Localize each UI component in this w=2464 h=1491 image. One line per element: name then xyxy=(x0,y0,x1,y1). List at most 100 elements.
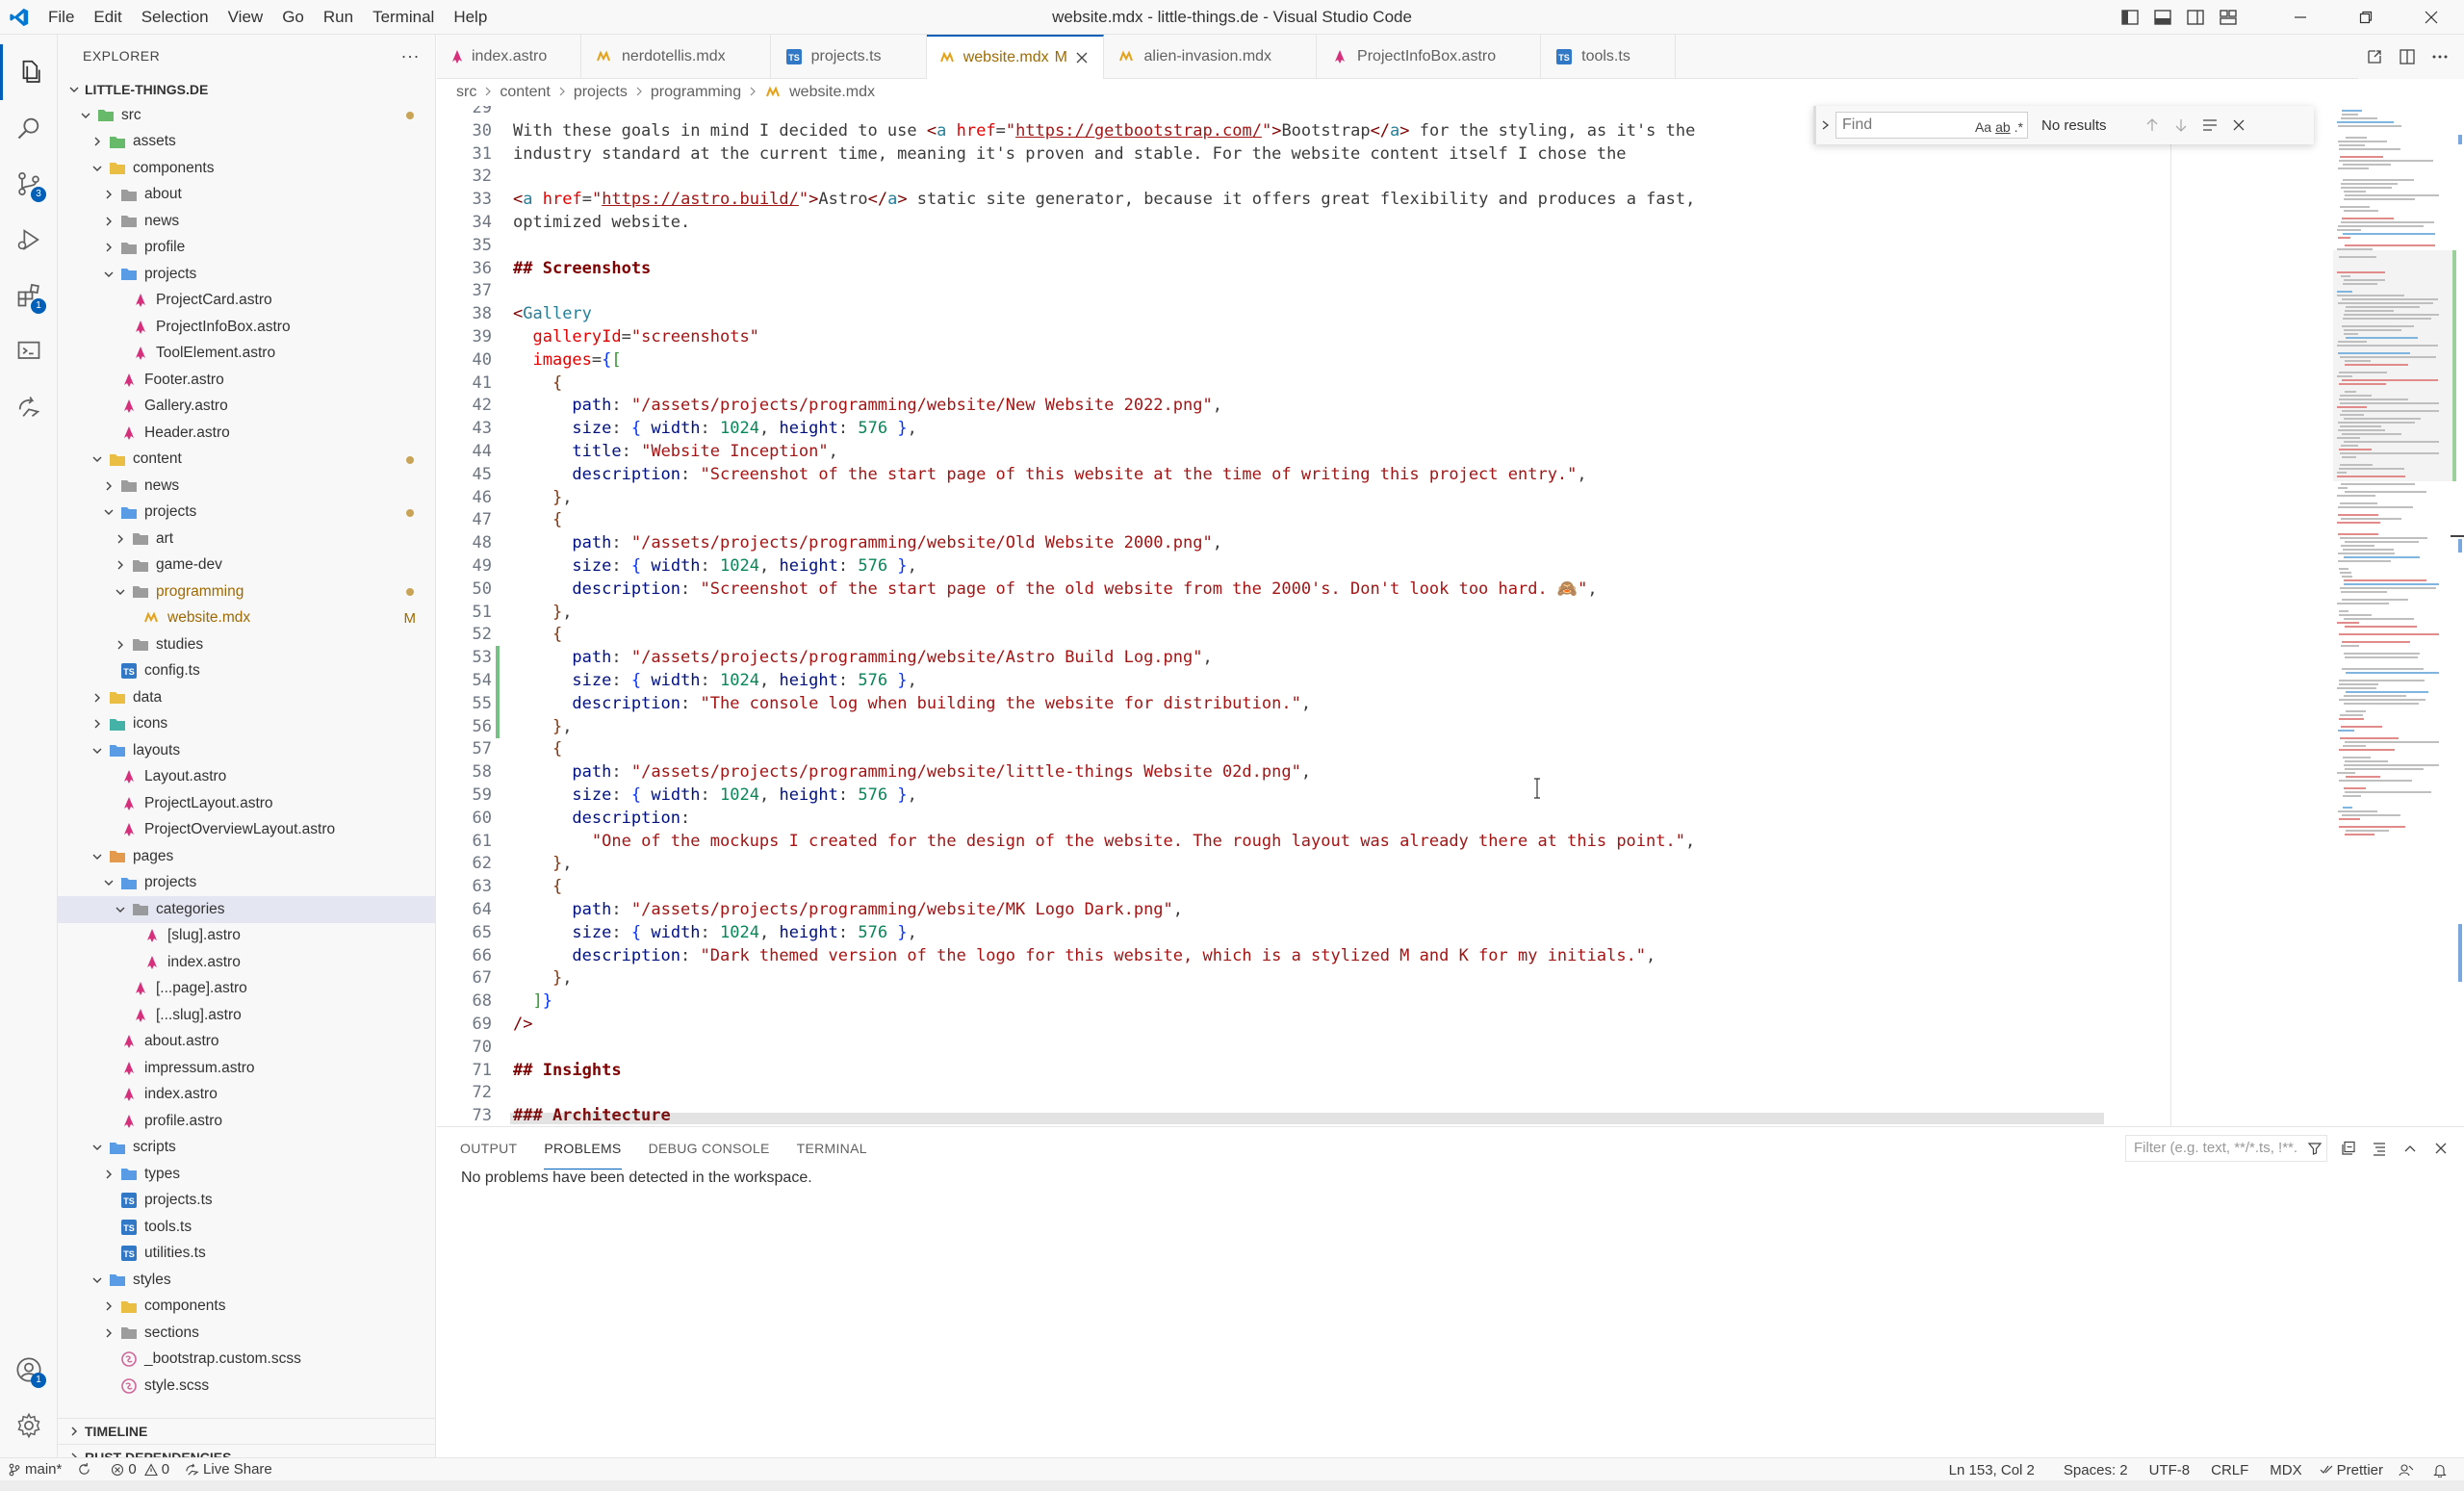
tab-index-astro[interactable]: index.astro xyxy=(437,35,581,79)
next-match-icon[interactable] xyxy=(2167,111,2195,140)
manage-gear-icon[interactable] xyxy=(0,1398,58,1453)
breadcrumb-item[interactable]: programming xyxy=(651,84,741,101)
breadcrumb-item[interactable]: website.mdx xyxy=(789,84,875,101)
menu-edit[interactable]: Edit xyxy=(84,0,131,35)
notifications-bell-icon[interactable] xyxy=(2426,1458,2458,1481)
tab-website-mdx[interactable]: website.mdx M xyxy=(926,35,1104,79)
menu-go[interactable]: Go xyxy=(272,0,314,35)
tree-item[interactable]: sections xyxy=(58,1320,435,1347)
tree-item[interactable]: _bootstrap.custom.scss xyxy=(58,1347,435,1374)
tree-item[interactable]: art xyxy=(58,526,435,553)
panel-tab-debug-console[interactable]: DEBUG CONSOLE xyxy=(649,1127,770,1170)
toggle-panel-icon[interactable] xyxy=(2146,0,2179,35)
tree-item[interactable]: profile.astro xyxy=(58,1108,435,1135)
explorer-more-actions-icon[interactable]: ··· xyxy=(401,46,420,66)
menu-file[interactable]: File xyxy=(38,0,84,35)
remote-explorer-icon[interactable] xyxy=(0,323,58,379)
tree-item[interactable]: [slug].astro xyxy=(58,923,435,950)
tree-item[interactable]: studies xyxy=(58,631,435,658)
close-tab-icon[interactable] xyxy=(1075,49,1090,66)
live-share-status[interactable]: Live Share xyxy=(177,1458,280,1481)
close-find-icon[interactable] xyxy=(2224,111,2253,140)
match-case-toggle[interactable]: Aa xyxy=(1975,115,1991,140)
tree-item[interactable]: pages xyxy=(58,843,435,870)
accounts-status-icon[interactable] xyxy=(2391,1458,2426,1481)
tree-item[interactable]: style.scss xyxy=(58,1373,435,1400)
tab-tools-ts[interactable]: TS tools.ts xyxy=(1541,35,1676,79)
toggle-secondary-sidebar-icon[interactable] xyxy=(2179,0,2212,35)
panel-tab-terminal[interactable]: TERMINAL xyxy=(797,1127,867,1170)
problems-status[interactable]: 0 0 xyxy=(103,1458,177,1481)
breadcrumb-item[interactable]: src xyxy=(456,84,476,101)
cursor-position[interactable]: Ln 153, Col 2 xyxy=(1941,1458,2042,1481)
toggle-primary-sidebar-icon[interactable] xyxy=(2114,0,2146,35)
live-share-icon[interactable] xyxy=(0,379,58,435)
tree-item[interactable]: Header.astro xyxy=(58,420,435,447)
indentation[interactable]: Spaces: 2 xyxy=(2056,1458,2136,1481)
panel-tab-output[interactable]: OUTPUT xyxy=(460,1127,517,1170)
search-icon[interactable] xyxy=(0,100,58,156)
sync-icon[interactable] xyxy=(69,1458,103,1481)
prettier-status[interactable]: Prettier xyxy=(2312,1458,2391,1481)
tree-item[interactable]: data xyxy=(58,684,435,711)
tree-item[interactable]: [...slug].astro xyxy=(58,1002,435,1029)
encoding[interactable]: UTF-8 xyxy=(2142,1458,2198,1481)
run-debug-icon[interactable] xyxy=(0,212,58,268)
find-in-selection-icon[interactable] xyxy=(2195,111,2224,140)
tree-item[interactable]: layouts xyxy=(58,737,435,764)
tree-item[interactable]: content xyxy=(58,447,435,474)
tree-item[interactable]: TS utilities.ts xyxy=(58,1241,435,1268)
close-window-icon[interactable] xyxy=(2399,0,2464,35)
tree-item[interactable]: index.astro xyxy=(58,949,435,976)
menu-run[interactable]: Run xyxy=(314,0,363,35)
tree-item[interactable]: programming xyxy=(58,578,435,605)
tree-item[interactable]: categories xyxy=(58,896,435,923)
more-actions-icon[interactable] xyxy=(2424,40,2456,73)
tree-item[interactable]: src xyxy=(58,102,435,129)
minimap[interactable] xyxy=(2333,106,2452,1126)
tree-item[interactable]: types xyxy=(58,1161,435,1188)
language-mode[interactable]: MDX xyxy=(2262,1458,2309,1481)
collapse-all-icon[interactable] xyxy=(2333,1134,2364,1163)
breadcrumb-item[interactable]: content xyxy=(500,84,550,101)
tree-item[interactable]: components xyxy=(58,1294,435,1321)
tree-item[interactable]: news xyxy=(58,473,435,500)
tree-item[interactable]: Layout.astro xyxy=(58,764,435,791)
tree-item[interactable]: ProjectInfoBox.astro xyxy=(58,314,435,341)
tree-item[interactable]: impressum.astro xyxy=(58,1055,435,1082)
tab-alien-invasion-mdx[interactable]: alien-invasion.mdx xyxy=(1104,35,1318,79)
tree-item[interactable]: projects xyxy=(58,261,435,288)
panel-tab-problems[interactable]: PROBLEMS xyxy=(544,1127,622,1170)
tree-item[interactable]: components xyxy=(58,155,435,182)
tree-item[interactable]: about.astro xyxy=(58,1029,435,1056)
tree-item[interactable]: ProjectCard.astro xyxy=(58,288,435,315)
tree-item[interactable]: styles xyxy=(58,1267,435,1294)
maximize-panel-icon[interactable] xyxy=(2395,1134,2426,1163)
tree-item[interactable]: Gallery.astro xyxy=(58,394,435,421)
tree-item[interactable]: about xyxy=(58,182,435,209)
tree-item[interactable]: website.mdx M xyxy=(58,605,435,632)
tree-item[interactable]: index.astro xyxy=(58,1082,435,1109)
tree-item[interactable]: TS tools.ts xyxy=(58,1214,435,1241)
restore-icon[interactable] xyxy=(2333,0,2399,35)
tree-item[interactable]: game-dev xyxy=(58,553,435,579)
open-changes-icon[interactable] xyxy=(2358,40,2391,73)
menu-view[interactable]: View xyxy=(218,0,273,35)
match-whole-word-toggle[interactable]: ab xyxy=(1995,115,2011,140)
problems-filter-input[interactable]: Filter (e.g. text, **/*.ts, !**... xyxy=(2125,1135,2327,1162)
menu-selection[interactable]: Selection xyxy=(132,0,218,35)
use-regex-toggle[interactable]: .* xyxy=(2015,115,2023,140)
filter-funnel-icon[interactable] xyxy=(2307,1140,2323,1165)
customize-layout-icon[interactable] xyxy=(2212,0,2245,35)
tree-item[interactable]: profile xyxy=(58,235,435,262)
previous-match-icon[interactable] xyxy=(2138,111,2167,140)
source-control-icon[interactable]: 3 xyxy=(0,156,58,212)
close-panel-icon[interactable] xyxy=(2426,1134,2456,1163)
breadcrumb-item[interactable]: projects xyxy=(574,84,628,101)
toggle-replace-icon[interactable] xyxy=(1816,119,1835,131)
find-input[interactable]: Find Aa ab .* xyxy=(1835,112,2028,139)
tree-item[interactable]: projects xyxy=(58,870,435,897)
vertical-scrollbar[interactable] xyxy=(2451,106,2464,1126)
accounts-icon[interactable]: 1 xyxy=(0,1342,58,1398)
tab-projects-ts[interactable]: TS projects.ts xyxy=(771,35,927,79)
